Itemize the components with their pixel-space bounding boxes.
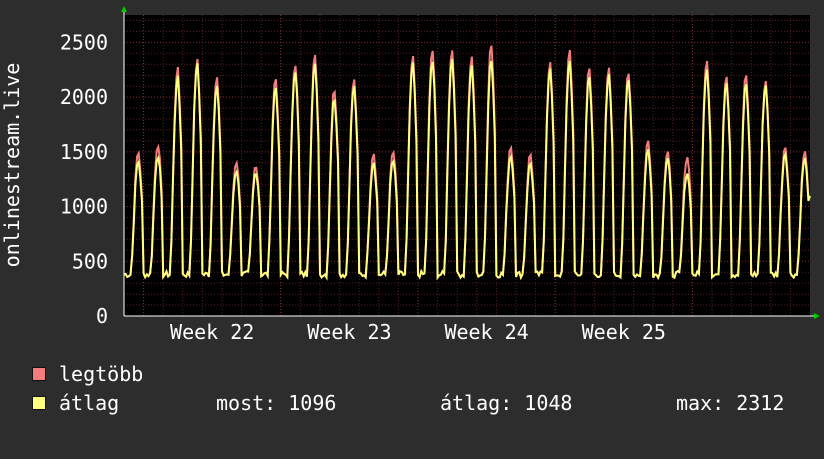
legend-item-max: legtöbb [32,363,143,385]
x-tick-label: Week 22 [170,320,254,344]
x-tick-label: Week 23 [307,320,391,344]
legend-swatch-max [32,367,46,381]
y-tick-label: 500 [72,249,108,273]
legend-label-avg: átlag [59,391,120,415]
legend-item-avg: átlag [32,392,119,414]
x-tick-label: Week 25 [582,320,666,344]
x-tick-label: Week 24 [444,320,528,344]
stat-maximum: max: 2312 [676,391,785,415]
x-axis-arrow [814,313,820,319]
y-axis-label: onlinestream.live [0,63,24,268]
y-tick-label: 1500 [60,140,108,164]
legend-swatch-avg [32,396,46,410]
y-tick-label: 2000 [60,85,108,109]
stat-current: most: 1096 [216,391,337,415]
traffic-chart: 0 500 1000 1500 2000 2500 Week 22 Week 23 Week 2… [0,6,820,344]
y-tick-label: 2500 [60,30,108,54]
y-tick-label: 0 [96,304,108,328]
legend-label-max: legtöbb [59,362,144,386]
stat-average: átlag: 1048 [440,391,573,415]
y-tick-label: 1000 [60,195,108,219]
y-axis-arrow [121,6,127,12]
